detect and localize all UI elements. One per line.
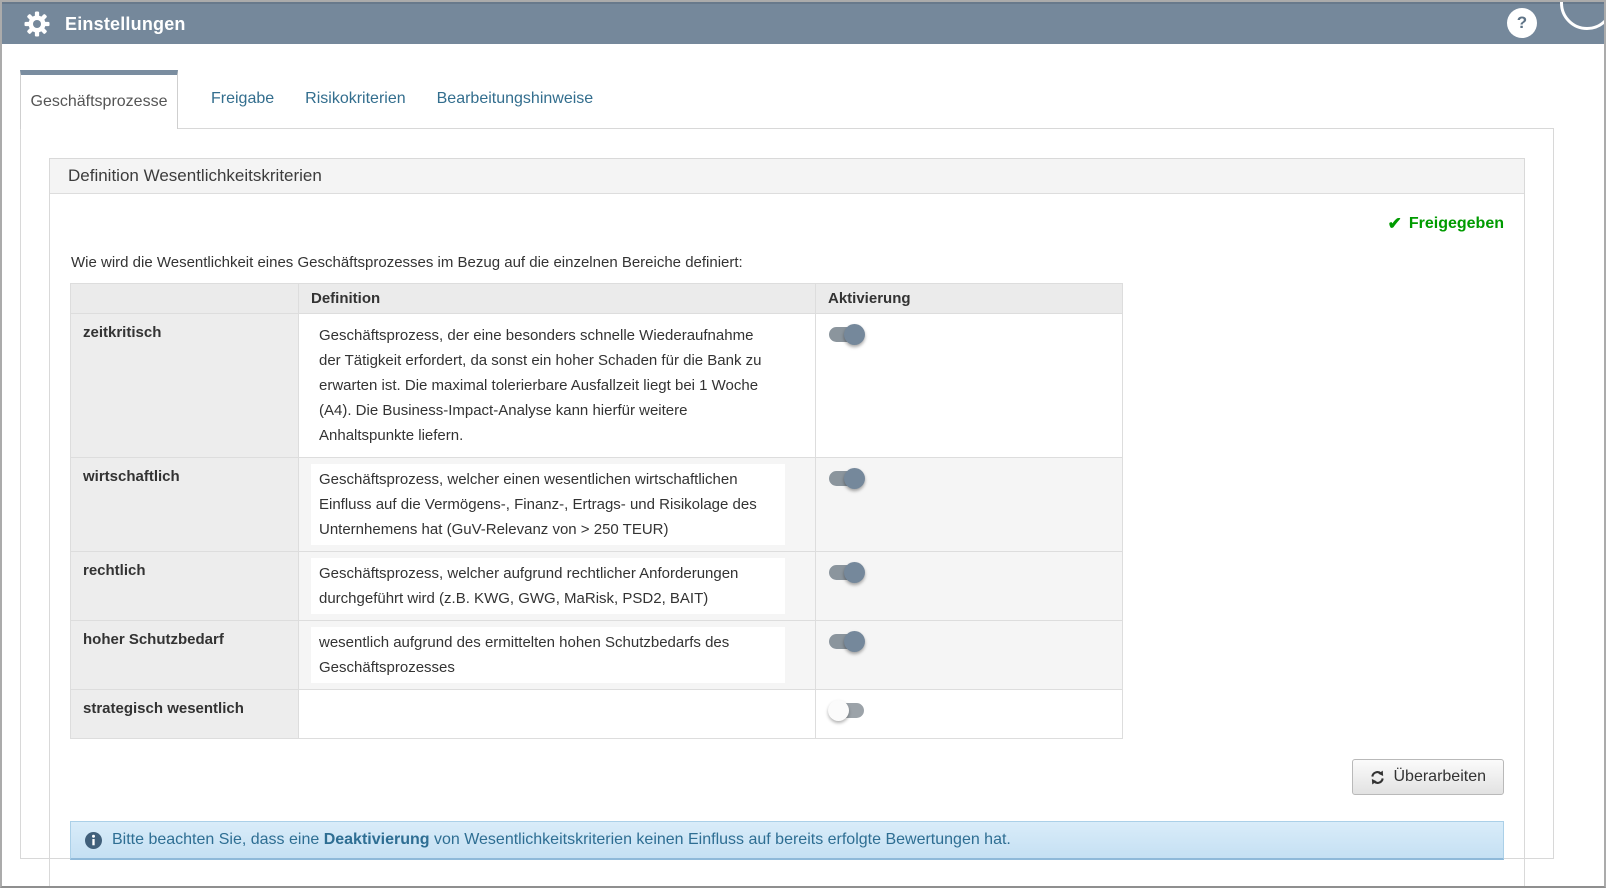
gear-icon — [22, 9, 52, 39]
criteria-table: Definition Aktivierung zeitkritisch Gesc… — [70, 283, 1123, 739]
tab-geschaeftsprozesse[interactable]: Geschäftsprozesse — [20, 70, 178, 129]
table-row: wirtschaftlich Geschäftsprozess, welcher… — [71, 458, 1123, 552]
criterion-activation-cell — [816, 690, 1123, 739]
criteria-panel: Definition Wesentlichkeitskriterien ✔ Fr… — [49, 158, 1525, 888]
criterion-label: strategisch wesentlich — [71, 690, 299, 739]
criterion-activation-cell — [816, 458, 1123, 552]
page-title: Einstellungen — [65, 14, 186, 35]
table-row: hoher Schutzbedarf wesentlich aufgrund d… — [71, 621, 1123, 690]
table-row: rechtlich Geschäftsprozess, welcher aufg… — [71, 552, 1123, 621]
activation-toggle[interactable] — [829, 471, 864, 486]
criteria-tbody: zeitkritisch Geschäftsprozess, der eine … — [71, 314, 1123, 739]
notice-text: Bitte beachten Sie, dass eine Deaktivier… — [112, 831, 1011, 849]
app-window: Einstellungen ? Geschäftsprozesse Freiga… — [0, 0, 1606, 888]
status-badge: ✔ Freigegeben — [70, 214, 1504, 234]
activation-toggle[interactable] — [829, 634, 864, 649]
definition-text: Geschäftsprozess, welcher einen wesentli… — [311, 464, 785, 545]
activation-toggle[interactable] — [829, 327, 864, 342]
table-row: strategisch wesentlich — [71, 690, 1123, 739]
info-banner: Bitte beachten Sie, dass eine Deaktivier… — [70, 821, 1504, 860]
question-mark-icon: ? — [1517, 13, 1527, 33]
table-row: zeitkritisch Geschäftsprozess, der eine … — [71, 314, 1123, 458]
criterion-label: rechtlich — [71, 552, 299, 621]
criterion-label: zeitkritisch — [71, 314, 299, 458]
criterion-definition: Geschäftsprozess, welcher aufgrund recht… — [299, 552, 816, 621]
column-header-aktivierung: Aktivierung — [816, 284, 1123, 314]
activation-toggle[interactable] — [829, 703, 864, 718]
info-icon — [85, 832, 102, 849]
criterion-label: hoher Schutzbedarf — [71, 621, 299, 690]
criterion-definition — [299, 690, 816, 739]
toggle-knob — [844, 468, 865, 489]
status-label: Freigegeben — [1409, 215, 1504, 233]
criterion-definition: Geschäftsprozess, welcher einen wesentli… — [299, 458, 816, 552]
toggle-knob — [844, 562, 865, 583]
definition-text: wesentlich aufgrund des ermittelten hohe… — [311, 627, 785, 683]
app-header: Einstellungen ? — [2, 2, 1604, 44]
refresh-icon — [1370, 770, 1385, 785]
notice-bold: Deaktivierung — [324, 831, 430, 848]
tab-freigabe[interactable]: Freigabe — [211, 90, 274, 108]
partial-circle-icon — [1560, 0, 1606, 30]
check-icon: ✔ — [1388, 214, 1402, 234]
question-text: Wie wird die Wesentlichkeit eines Geschä… — [71, 254, 1504, 271]
activation-toggle[interactable] — [829, 565, 864, 580]
ueberarbeiten-button[interactable]: Überarbeiten — [1352, 759, 1505, 795]
button-label: Überarbeiten — [1394, 768, 1487, 786]
panel-title: Definition Wesentlichkeitskriterien — [50, 159, 1524, 194]
criterion-definition: wesentlich aufgrund des ermittelten hohe… — [299, 621, 816, 690]
tab-content: Definition Wesentlichkeitskriterien ✔ Fr… — [20, 128, 1554, 859]
toggle-knob — [828, 700, 849, 721]
help-button[interactable]: ? — [1507, 8, 1537, 38]
criterion-activation-cell — [816, 621, 1123, 690]
column-header-definition: Definition — [299, 284, 816, 314]
tab-bar: Geschäftsprozesse Freigabe Risikokriteri… — [20, 70, 1554, 128]
criterion-label: wirtschaftlich — [71, 458, 299, 552]
definition-text: Geschäftsprozess, der eine besonders sch… — [311, 320, 785, 451]
column-header-empty — [71, 284, 299, 314]
criterion-activation-cell — [816, 314, 1123, 458]
panel-body: ✔ Freigegeben Wie wird die Wesentlichkei… — [50, 194, 1524, 888]
tab-bearbeitungshinweise[interactable]: Bearbeitungshinweise — [437, 90, 594, 108]
toggle-knob — [844, 631, 865, 652]
criterion-definition: Geschäftsprozess, der eine besonders sch… — [299, 314, 816, 458]
criterion-activation-cell — [816, 552, 1123, 621]
button-row: Überarbeiten — [70, 759, 1504, 795]
toggle-knob — [844, 324, 865, 345]
tab-risikokriterien[interactable]: Risikokriterien — [305, 90, 405, 108]
definition-text: Geschäftsprozess, welcher aufgrund recht… — [311, 558, 785, 614]
table-header-row: Definition Aktivierung — [71, 284, 1123, 314]
